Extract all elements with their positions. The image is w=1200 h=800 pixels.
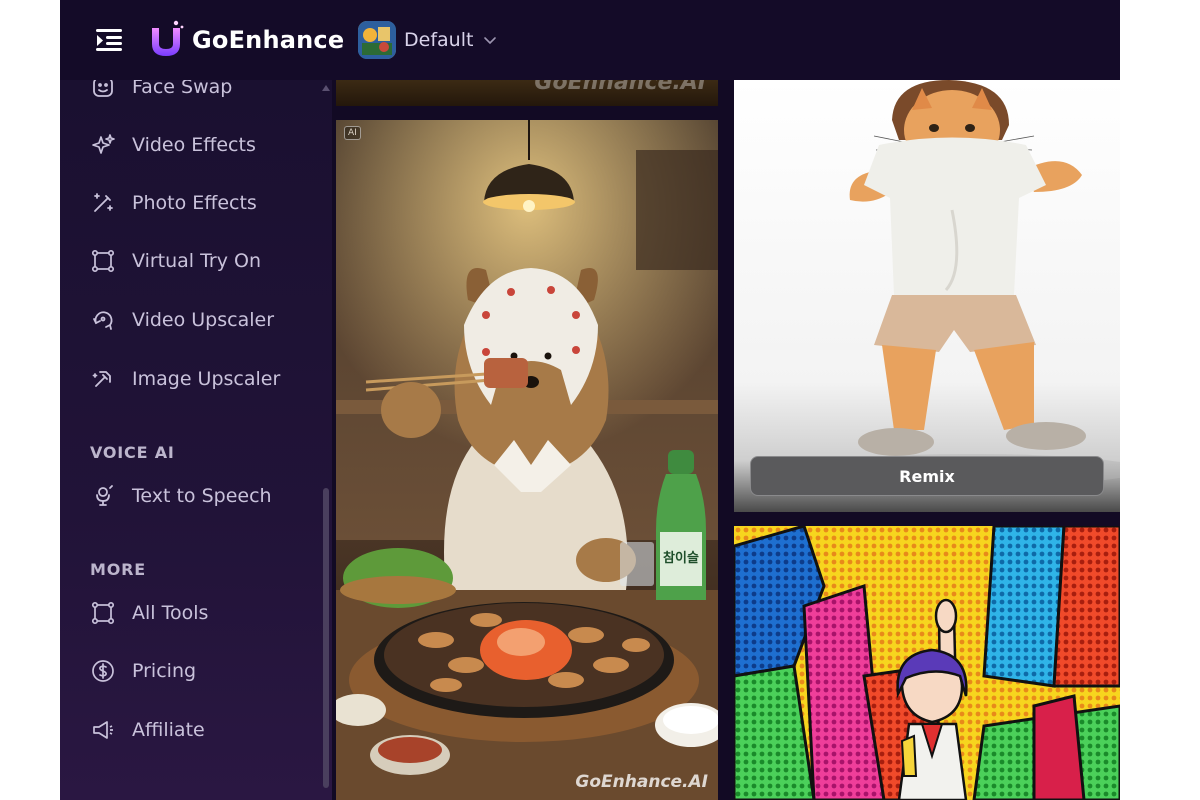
dollar-icon: [88, 656, 118, 686]
chevron-down-icon: [484, 37, 497, 45]
remix-button[interactable]: Remix: [750, 456, 1104, 496]
megaphone-icon: [88, 715, 118, 745]
bottle-label: 참이슬: [663, 550, 699, 566]
workspace-selector[interactable]: Default: [358, 21, 497, 59]
sidebar-item-photo-effects[interactable]: Photo Effects: [88, 183, 318, 223]
sidebar-item-label: Text to Speech: [132, 485, 272, 507]
sidebar-toggle-button[interactable]: [94, 26, 124, 54]
sidebar-item-all-tools[interactable]: All Tools: [88, 593, 318, 633]
sidebar-item-label: Image Upscaler: [132, 368, 281, 390]
gallery-card-dog-bbq[interactable]: 참이슬 AI GoEnhance.AI: [336, 120, 718, 800]
scrollbar-thumb[interactable]: [323, 488, 329, 788]
sidebar: Face Swap Video Effects Photo Effects Vi…: [60, 80, 332, 800]
sidebar-item-label: Photo Effects: [132, 192, 257, 214]
brand-logo-icon[interactable]: [146, 18, 186, 62]
dog-bbq-artwork: 참이슬: [336, 120, 718, 800]
watermark: GoEnhance.AI: [534, 80, 706, 95]
sidebar-item-face-swap[interactable]: Face Swap: [88, 80, 318, 107]
pop-art-artwork: [734, 526, 1120, 800]
workspace-avatar: [358, 21, 396, 59]
dancing-cat-artwork: [802, 80, 1120, 486]
section-title-more: MORE: [90, 560, 146, 579]
bounding-box-icon: [88, 246, 118, 276]
workspace-name: Default: [404, 29, 474, 51]
sidebar-item-virtual-try-on[interactable]: Virtual Try On: [88, 241, 318, 281]
sidebar-item-text-to-speech[interactable]: Text to Speech: [88, 476, 318, 516]
gallery-grid: GoEnhance.AI 참이슬 AI GoEnhance.AI Remix: [332, 80, 1120, 800]
menu-collapse-icon: [96, 29, 122, 51]
watermark: GoEnhance.AI: [575, 772, 708, 792]
gallery-card-partial[interactable]: GoEnhance.AI: [336, 80, 718, 106]
magic-wand-icon: [88, 188, 118, 218]
gallery-card-dancing-cat[interactable]: Remix: [734, 80, 1120, 512]
ai-generated-badge: AI: [344, 126, 361, 140]
upscale-icon: [88, 305, 118, 335]
sidebar-item-image-upscaler[interactable]: Image Upscaler: [88, 359, 318, 399]
sidebar-item-label: Affiliate: [132, 719, 205, 741]
sidebar-scrollbar[interactable]: [322, 80, 330, 800]
sidebar-item-label: All Tools: [132, 602, 209, 624]
microphone-icon: [88, 481, 118, 511]
sidebar-item-video-effects[interactable]: Video Effects: [88, 125, 318, 165]
gallery-card-pop-art[interactable]: [734, 526, 1120, 800]
sidebar-item-pricing[interactable]: Pricing: [88, 651, 318, 691]
sidebar-item-video-upscaler[interactable]: Video Upscaler: [88, 300, 318, 340]
scroll-up-arrow-icon[interactable]: [322, 84, 330, 92]
bounding-box-icon: [88, 598, 118, 628]
sidebar-item-label: Face Swap: [132, 80, 233, 98]
section-title-voice-ai: VOICE AI: [90, 443, 175, 462]
face-swap-icon: [88, 80, 118, 102]
sidebar-item-affiliate[interactable]: Affiliate: [88, 710, 318, 750]
image-upscale-icon: [88, 364, 118, 394]
sidebar-item-label: Pricing: [132, 660, 197, 682]
sidebar-item-label: Virtual Try On: [132, 250, 262, 272]
top-header: GoEnhance Default: [60, 0, 1120, 80]
brand-name: GoEnhance: [192, 26, 345, 54]
sidebar-item-label: Video Upscaler: [132, 309, 275, 331]
sidebar-item-label: Video Effects: [132, 134, 256, 156]
sparkles-icon: [88, 130, 118, 160]
app-window: GoEnhance Default Face Swap Video Effect…: [60, 0, 1120, 800]
